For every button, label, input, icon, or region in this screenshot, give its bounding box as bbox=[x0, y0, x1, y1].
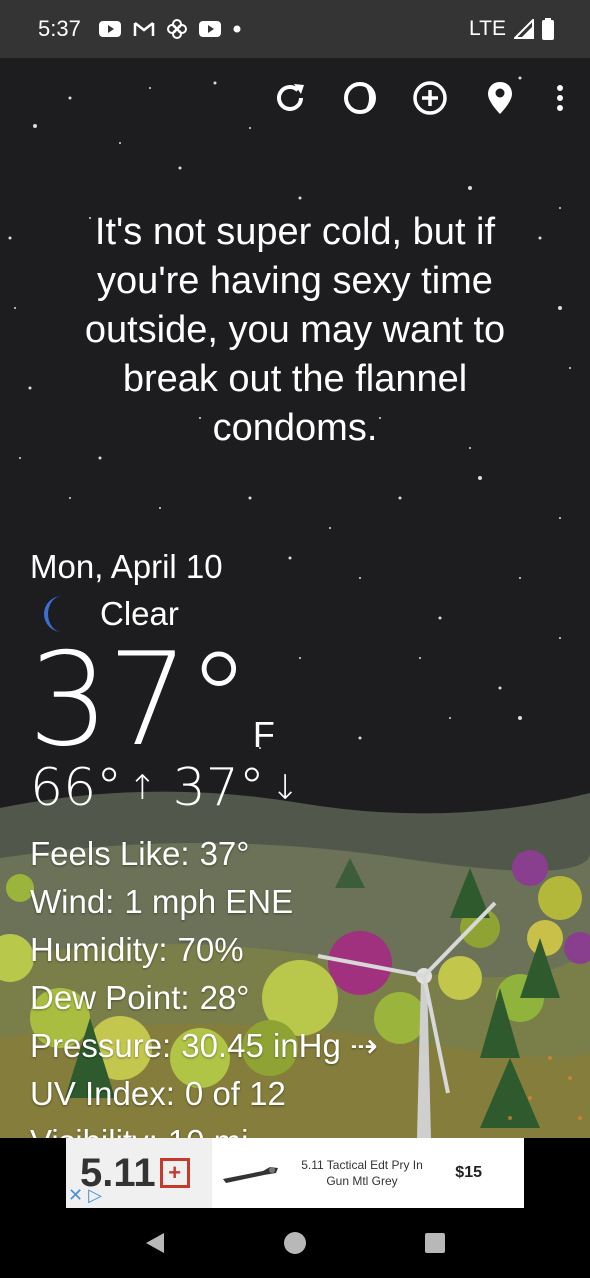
ad-brand-logo-mark: + bbox=[159, 1158, 190, 1188]
network-type: LTE bbox=[469, 17, 506, 40]
pinwheel-icon bbox=[166, 19, 187, 39]
detail-humidity: Humidity: 70% bbox=[30, 926, 378, 974]
detail-label: Visibility: bbox=[30, 1118, 158, 1138]
detail-label: Wind: bbox=[30, 883, 115, 920]
arrow-down-icon: ↓ bbox=[270, 768, 300, 808]
more-options-button[interactable] bbox=[550, 78, 570, 118]
temperature-value: 37° bbox=[28, 626, 251, 775]
detail-value: 1 mph ENE bbox=[124, 883, 294, 920]
detail-value: 0 of 12 bbox=[184, 1075, 286, 1112]
detail-value: 28° bbox=[199, 979, 250, 1016]
detail-value: 37° bbox=[199, 835, 250, 872]
detail-uv-index: UV Index: 0 of 12 bbox=[30, 1070, 378, 1118]
arrow-up-icon: ↑ bbox=[128, 768, 157, 808]
recents-button[interactable] bbox=[420, 1228, 450, 1258]
add-location-icon bbox=[413, 81, 447, 115]
gmail-icon bbox=[133, 21, 155, 37]
high-low-row: 66° ↑ 37° ↓ bbox=[30, 758, 311, 818]
detail-visibility: Visibility: 10 mi bbox=[30, 1118, 378, 1138]
refresh-icon bbox=[277, 84, 304, 111]
detail-value: 30.45 inHg ⇢ bbox=[181, 1027, 378, 1064]
youtube-icon-2 bbox=[198, 21, 221, 37]
refresh-button[interactable] bbox=[270, 78, 310, 118]
back-button[interactable] bbox=[140, 1228, 170, 1258]
battery-icon bbox=[542, 18, 554, 40]
home-button[interactable] bbox=[280, 1228, 310, 1258]
forecast-date: Mon, April 10 bbox=[30, 548, 223, 585]
location-button[interactable] bbox=[480, 78, 520, 118]
detail-label: Feels Like: bbox=[30, 835, 190, 872]
weather-quote: It's not super cold, but if you're havin… bbox=[84, 211, 506, 449]
back-icon bbox=[146, 1233, 164, 1253]
home-icon bbox=[284, 1232, 306, 1254]
signal-icon bbox=[514, 19, 534, 39]
notification-dot-icon bbox=[233, 25, 241, 33]
temperature-unit: F bbox=[252, 714, 275, 755]
toolbar bbox=[270, 78, 570, 118]
status-bar: 5:37 LTE bbox=[0, 0, 590, 58]
system-navigation-bar bbox=[0, 1208, 590, 1278]
status-time: 5:37 bbox=[38, 16, 81, 41]
detail-wind: Wind: 1 mph ENE bbox=[30, 878, 378, 926]
detail-label: Pressure: bbox=[30, 1027, 172, 1064]
theme-icon bbox=[344, 82, 376, 114]
high-temp: 66° bbox=[30, 758, 123, 818]
add-location-button[interactable] bbox=[410, 78, 450, 118]
ad-brand-logo: 5.11 + ✕ ▷ bbox=[66, 1138, 212, 1208]
detail-value: 70% bbox=[177, 931, 244, 968]
ad-product-description: 5.11 Tactical Edt Pry In Gun Mtl Grey bbox=[301, 1158, 423, 1188]
detail-dew-point: Dew Point: 28° bbox=[30, 974, 378, 1022]
detail-value: 10 mi bbox=[168, 1118, 249, 1138]
weather-details: Feels Like: 37° Wind: 1 mph ENE Humidity… bbox=[30, 830, 378, 1138]
detail-label: Humidity: bbox=[30, 931, 168, 968]
detail-label: UV Index: bbox=[30, 1075, 175, 1112]
detail-pressure: Pressure: 30.45 inHg ⇢ bbox=[30, 1022, 378, 1070]
theme-button[interactable] bbox=[340, 78, 380, 118]
more-vert-icon bbox=[557, 85, 563, 111]
detail-label: Dew Point: bbox=[30, 979, 190, 1016]
ad-price: $15 bbox=[455, 1164, 482, 1181]
low-temp: 37° bbox=[172, 758, 265, 818]
youtube-icon bbox=[98, 21, 121, 37]
detail-feels-like: Feels Like: 37° bbox=[30, 830, 378, 878]
recents-icon bbox=[425, 1233, 445, 1253]
weather-scene: It's not super cold, but if you're havin… bbox=[0, 58, 590, 1138]
current-temperature: 37° F bbox=[28, 636, 275, 766]
location-pin-icon bbox=[488, 82, 512, 114]
ad-close-icon[interactable]: ✕ ▷ bbox=[68, 1185, 102, 1206]
ad-banner[interactable]: 5.11 + ✕ ▷ 5.11 Tactical Edt Pry In Gun … bbox=[66, 1138, 524, 1208]
ad-product-image bbox=[223, 1167, 278, 1183]
